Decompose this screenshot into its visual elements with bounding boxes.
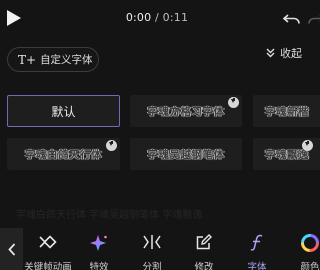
- font-tile-label: 字魂方格习字体: [147, 105, 225, 118]
- download-icon: [228, 97, 239, 108]
- redo-icon[interactable]: [307, 12, 320, 26]
- bottom-toolbar: 关键帧动画 特效 分割 修改 字体 颜色: [0, 226, 320, 270]
- font-f-icon: [250, 234, 263, 251]
- playback-time: 0:00 / 0:11: [0, 11, 314, 24]
- font-tile[interactable]: 字魂飘逸: [253, 138, 320, 170]
- collapse-label: 收起: [280, 47, 302, 60]
- font-tile-label: 默认: [51, 104, 76, 119]
- tool-label: 字体: [247, 262, 267, 270]
- tool-label: 关键帧动画: [24, 262, 72, 270]
- playback-bar: 0:00 / 0:11: [0, 0, 320, 38]
- download-icon: [106, 140, 117, 151]
- faint-background-text: 字魂白鸽天行体 字魂吴越钢笔体 字魂飘逸: [16, 210, 203, 221]
- time-separator: /: [155, 11, 159, 24]
- tool-label: 修改: [194, 262, 214, 270]
- chevron-left-icon: [7, 242, 15, 256]
- double-chevron-down-icon: [266, 48, 275, 58]
- undo-icon[interactable]: [283, 12, 301, 26]
- custom-font-button[interactable]: T+ 自定义字体: [7, 47, 99, 72]
- font-tile-label: 字魂吴越钢笔体: [147, 148, 225, 161]
- font-tile-default[interactable]: 默认: [7, 95, 120, 127]
- tool-effects[interactable]: 特效: [73, 226, 125, 270]
- font-tile[interactable]: 字魂白鸽天行体: [7, 138, 120, 170]
- split-icon: [143, 235, 161, 249]
- font-tile[interactable]: 字魂吴越钢笔体: [130, 138, 242, 170]
- sparkle-icon: [90, 235, 107, 251]
- tool-color[interactable]: 颜色: [284, 226, 320, 270]
- font-editor-screen: 0:00 / 0:11 T+ 自定义字体 收起 默认 字魂方格习字体 字魂新楷: [0, 0, 320, 270]
- font-tile-label: 字魂新楷: [265, 105, 309, 118]
- tool-label: 特效: [89, 262, 109, 270]
- keyframe-icon: [39, 235, 57, 249]
- tool-keyframe-animation[interactable]: 关键帧动画: [22, 226, 74, 270]
- tool-label: 分割: [142, 262, 162, 270]
- current-time: 0:00: [125, 11, 152, 24]
- font-tile-label: 字魂白鸽天行体: [25, 148, 102, 161]
- font-tile[interactable]: 字魂方格习字体: [130, 95, 242, 127]
- font-tile[interactable]: 字魂新楷: [253, 95, 320, 127]
- download-icon: [302, 140, 313, 151]
- total-time: 0:11: [162, 11, 189, 24]
- back-button[interactable]: [0, 228, 23, 270]
- tool-edit[interactable]: 修改: [178, 226, 230, 270]
- collapse-button[interactable]: 收起: [266, 45, 302, 61]
- custom-font-icon: T+: [18, 52, 37, 67]
- color-wheel-icon: [301, 234, 319, 252]
- edit-icon: [196, 234, 212, 250]
- tool-split[interactable]: 分割: [126, 226, 178, 270]
- tool-font[interactable]: 字体: [231, 226, 283, 270]
- tool-label: 颜色: [300, 262, 320, 270]
- custom-font-label: 自定义字体: [40, 54, 93, 66]
